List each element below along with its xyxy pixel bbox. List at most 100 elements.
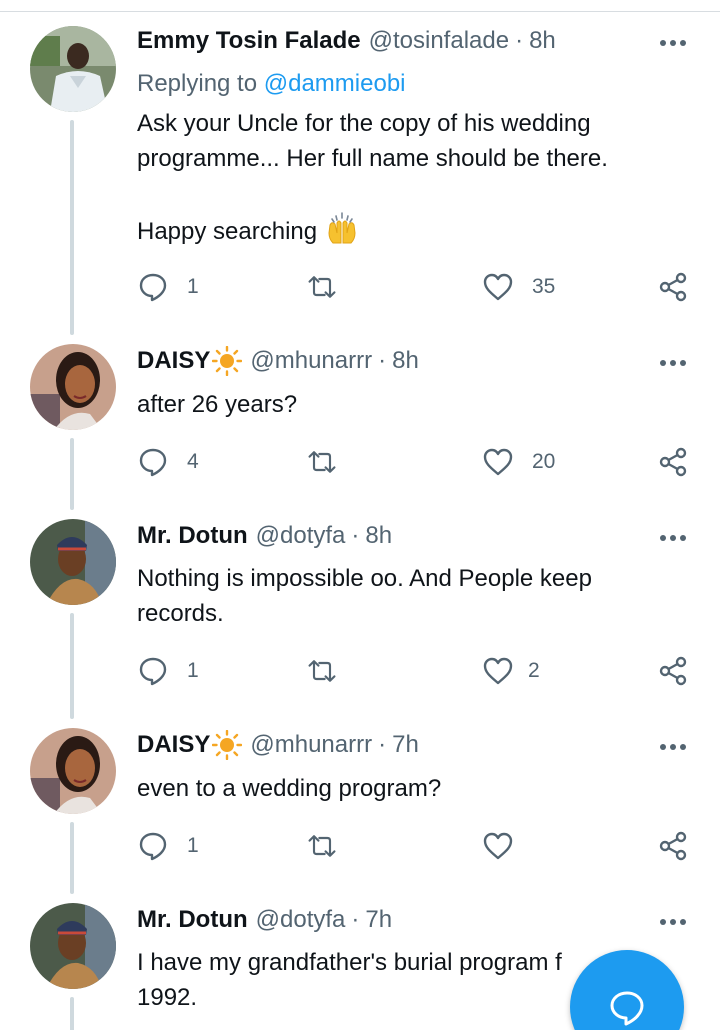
- timestamp[interactable]: 8h: [529, 26, 556, 56]
- user-handle[interactable]: @dotyfa: [256, 905, 346, 935]
- reply-button[interactable]: 1: [137, 651, 199, 691]
- share-button[interactable]: [657, 651, 689, 691]
- retweet-button[interactable]: [306, 442, 356, 482]
- avatar-image: [30, 728, 116, 814]
- user-handle[interactable]: @mhunarrr: [250, 346, 372, 376]
- heart-icon: [483, 448, 513, 476]
- action-bar: 4 20: [0, 442, 720, 482]
- avatar[interactable]: [30, 26, 116, 112]
- avatar[interactable]: [30, 344, 116, 430]
- avatar[interactable]: [30, 903, 116, 989]
- display-name[interactable]: Emmy Tosin Falade: [137, 26, 361, 56]
- share-button[interactable]: [657, 267, 689, 307]
- more-options-icon[interactable]: [658, 732, 688, 762]
- more-options-icon[interactable]: [658, 907, 688, 937]
- tweet-text-line: after 26 years?: [137, 391, 298, 418]
- display-name[interactable]: Mr. Dotun: [137, 521, 248, 551]
- reply-count: 1: [187, 834, 199, 857]
- tweet-text-line: Nothing is impossible oo. And People kee…: [137, 565, 592, 592]
- share-icon: [659, 447, 687, 477]
- tweet-text-line: Happy searching: [137, 211, 677, 249]
- tweet-text: after 26 years?: [137, 387, 677, 422]
- retweet-icon: [308, 451, 336, 473]
- like-button[interactable]: 20: [482, 442, 555, 482]
- reply-icon: [139, 832, 167, 861]
- retweet-icon: [308, 660, 336, 682]
- separator: ·: [378, 347, 387, 374]
- action-bar: 1: [0, 826, 720, 866]
- retweet-icon: [308, 276, 336, 298]
- heart-icon: [483, 657, 513, 685]
- action-bar: 1 2: [0, 651, 720, 691]
- share-button[interactable]: [657, 826, 689, 866]
- raising-hands-icon: [328, 212, 356, 244]
- avatar-image: [30, 519, 116, 605]
- reply-button[interactable]: 4: [137, 442, 199, 482]
- separator: ·: [378, 731, 387, 758]
- timestamp[interactable]: 7h: [365, 905, 392, 935]
- timestamp[interactable]: 8h: [392, 346, 419, 376]
- user-handle[interactable]: @mhunarrr: [250, 730, 372, 760]
- retweet-button[interactable]: [306, 651, 356, 691]
- tweet-text-line: even to a wedding program?: [137, 775, 442, 802]
- reply-count: 1: [187, 275, 199, 298]
- replying-prefix: Replying to: [137, 70, 258, 97]
- tweet-text: Ask your Uncle for the copy of his weddi…: [137, 106, 677, 249]
- separator: ·: [351, 522, 360, 549]
- reply-count: 4: [187, 450, 199, 473]
- display-name[interactable]: DAISY: [137, 730, 210, 760]
- tweet-text-line: Ask your Uncle for the copy of his weddi…: [137, 110, 591, 137]
- more-options-icon[interactable]: [658, 348, 688, 378]
- tweet-text-line: records.: [137, 600, 224, 627]
- timestamp[interactable]: 8h: [365, 521, 392, 551]
- display-name[interactable]: DAISY: [137, 346, 210, 376]
- timestamp[interactable]: 7h: [392, 730, 419, 760]
- avatar-image: [30, 26, 116, 112]
- reply-icon: [139, 657, 167, 686]
- retweet-button[interactable]: [306, 267, 356, 307]
- tweet-text: even to a wedding program?: [137, 771, 677, 806]
- reply-button[interactable]: 1: [137, 826, 199, 866]
- avatar-image: [30, 344, 116, 430]
- tweet-text-span: Happy searching: [137, 218, 318, 245]
- compose-reply-icon: [610, 991, 644, 1026]
- like-count: 20: [532, 450, 556, 473]
- retweet-icon: [308, 835, 336, 857]
- display-name[interactable]: Mr. Dotun: [137, 905, 248, 935]
- share-icon: [659, 272, 687, 302]
- thread-line: [70, 997, 74, 1030]
- reply-icon: [139, 448, 167, 477]
- reply-button[interactable]: 1: [137, 267, 199, 307]
- tweet-text-line: programme... Her full name should be the…: [137, 145, 608, 172]
- more-options-icon[interactable]: [658, 28, 688, 58]
- avatar-image: [30, 903, 116, 989]
- sun-icon: [212, 730, 243, 760]
- share-icon: [659, 656, 687, 686]
- like-button[interactable]: 35: [482, 267, 555, 307]
- reply-count: 1: [187, 659, 199, 682]
- like-button[interactable]: [482, 826, 532, 866]
- like-count: 2: [528, 659, 540, 682]
- tweet[interactable]: Emmy Tosin Falade @tosinfalade · 8h Repl…: [0, 0, 720, 330]
- heart-icon: [483, 832, 513, 860]
- reply-icon: [139, 273, 167, 302]
- more-options-icon[interactable]: [658, 523, 688, 553]
- user-handle[interactable]: @dotyfa: [256, 521, 346, 551]
- tweet-text: Nothing is impossible oo. And People kee…: [137, 561, 677, 631]
- heart-icon: [483, 273, 513, 301]
- replying-to: Replying to @dammieobi: [137, 69, 406, 99]
- user-handle[interactable]: @tosinfalade: [369, 26, 509, 56]
- share-icon: [659, 831, 687, 861]
- avatar[interactable]: [30, 728, 116, 814]
- retweet-button[interactable]: [306, 826, 356, 866]
- share-button[interactable]: [657, 442, 689, 482]
- like-button[interactable]: 2: [482, 651, 540, 691]
- avatar[interactable]: [30, 519, 116, 605]
- action-bar: 1 35: [0, 267, 720, 307]
- mention-link[interactable]: @dammieobi: [264, 70, 406, 97]
- separator: ·: [351, 906, 360, 933]
- like-count: 35: [532, 275, 556, 298]
- separator: ·: [515, 27, 524, 54]
- sun-icon: [212, 346, 243, 376]
